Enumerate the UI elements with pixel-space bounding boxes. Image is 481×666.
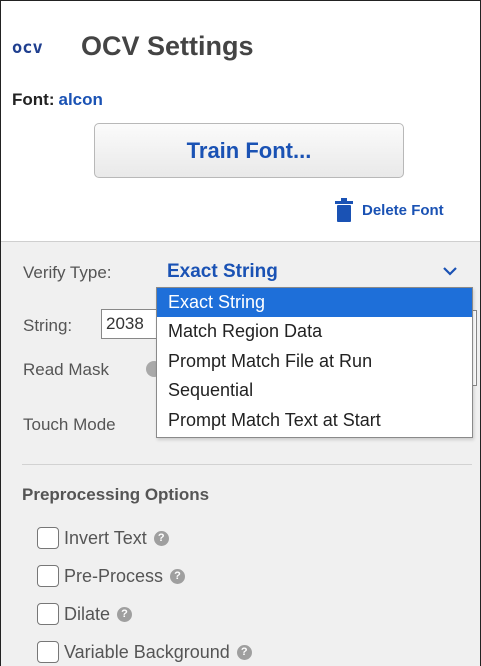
train-font-button[interactable]: Train Font... <box>94 123 404 178</box>
dropdown-option[interactable]: Sequential <box>157 376 472 405</box>
invert-text-checkbox[interactable] <box>37 527 59 549</box>
section-divider <box>22 464 472 465</box>
dropdown-option[interactable]: Prompt Match File at Run <box>157 347 472 376</box>
header-section: ocv OCV Settings Font: alcon Train Font..… <box>1 1 480 241</box>
delete-font-button[interactable]: Delete Font <box>335 198 444 222</box>
pre-process-label: Pre-Process <box>64 565 164 586</box>
trash-icon <box>335 198 353 222</box>
variable-background-option: Variable Background ? <box>37 640 252 664</box>
preprocessing-title: Preprocessing Options <box>22 485 210 504</box>
verify-type-select[interactable]: Exact String <box>165 258 470 286</box>
dropdown-option[interactable]: Match Region Data <box>157 317 472 346</box>
dropdown-option[interactable]: Prompt Match Text at Start <box>157 406 472 435</box>
page-title: OCV Settings <box>81 31 254 61</box>
font-label: Font: <box>12 90 55 109</box>
pre-process-checkbox[interactable] <box>37 565 59 587</box>
chevron-down-icon <box>442 264 458 282</box>
help-icon[interactable]: ? <box>117 606 133 622</box>
dropdown-option[interactable]: Exact String <box>157 288 472 318</box>
variable-background-label: Variable Background <box>64 641 230 662</box>
delete-font-label: Delete Font <box>362 201 444 219</box>
help-icon[interactable]: ? <box>153 530 169 546</box>
verify-type-label: Verify Type: <box>23 263 112 282</box>
verify-type-selected: Exact String <box>167 261 278 282</box>
read-mask-label: Read Mask <box>23 360 109 379</box>
font-value: alcon <box>58 90 103 109</box>
pre-process-option: Pre-Process ? <box>37 564 186 588</box>
verify-type-dropdown: Exact String Match Region Data Prompt Ma… <box>156 287 473 438</box>
help-icon[interactable]: ? <box>236 644 252 660</box>
ocv-logo-icon: ocv <box>12 38 43 58</box>
invert-text-label: Invert Text <box>64 527 147 548</box>
invert-text-option: Invert Text ? <box>37 526 169 550</box>
help-icon[interactable]: ? <box>170 568 186 584</box>
font-info: Font: alcon <box>12 90 103 110</box>
dilate-option: Dilate ? <box>37 602 133 626</box>
dilate-label: Dilate <box>64 603 111 624</box>
touch-mode-label: Touch Mode <box>23 415 116 434</box>
string-label: String: <box>23 316 73 335</box>
variable-background-checkbox[interactable] <box>37 641 59 663</box>
dilate-checkbox[interactable] <box>37 603 59 625</box>
